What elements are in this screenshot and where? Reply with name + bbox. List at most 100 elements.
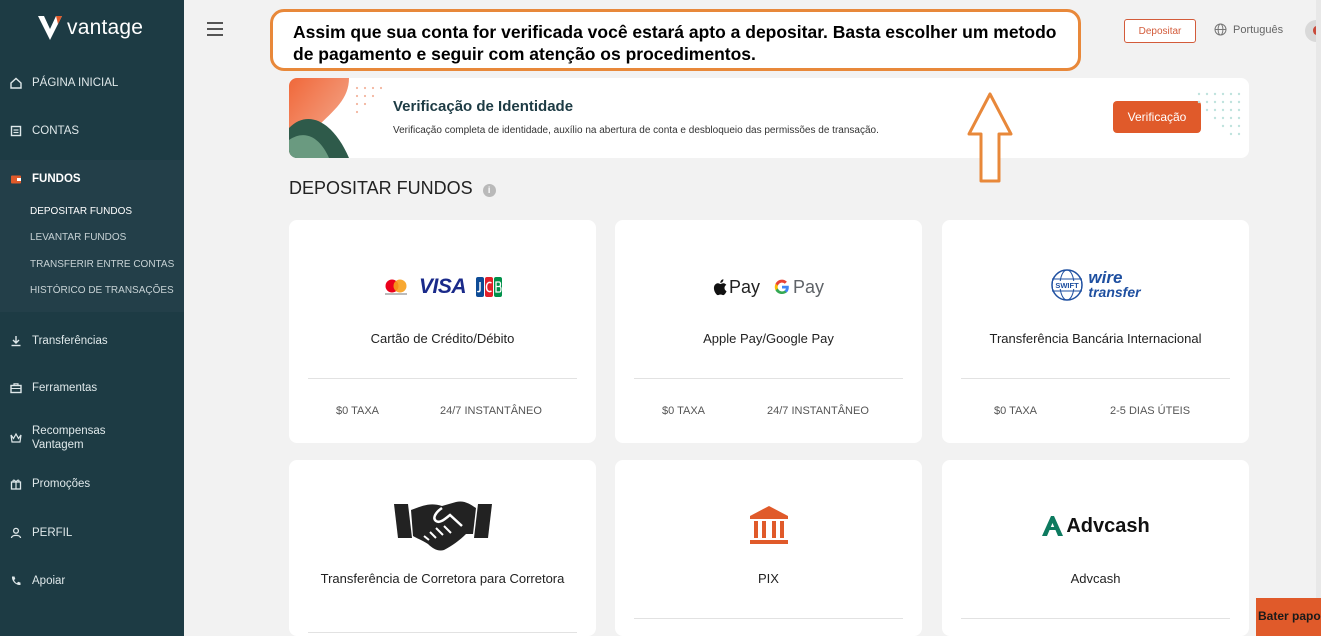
google-pay-logo: Pay — [774, 277, 824, 298]
card-logos — [289, 492, 596, 556]
sidebar-item-rewards[interactable]: Recompensas Vantagem — [0, 424, 184, 452]
card-logos: Pay Pay — [615, 272, 922, 302]
sidebar-item-accounts[interactable]: CONTAS — [0, 124, 184, 137]
method-name: Cartão de Crédito/Débito — [370, 331, 515, 346]
method-time: 24/7 INSTANTÂNEO — [440, 405, 542, 417]
method-name: Transferência de Corretora para Corretor… — [320, 571, 565, 586]
sidebar-item-label: PÁGINA INICIAL — [32, 76, 119, 89]
method-name: PIX — [758, 571, 779, 586]
wire-text: wire — [1088, 268, 1123, 287]
card-divider — [961, 618, 1230, 619]
google-icon — [774, 279, 789, 294]
page-scrollbar[interactable] — [1316, 0, 1321, 636]
verification-banner: Verificação de Identidade Verificação co… — [289, 78, 1249, 158]
section-title-text: DEPOSITAR FUNDOS — [289, 178, 473, 198]
method-name: Advcash — [1070, 571, 1121, 586]
swift-globe-icon: SWIFT — [1051, 269, 1084, 301]
gift-icon — [9, 477, 22, 490]
annotation-callout: Assim que sua conta for verificada você … — [270, 9, 1081, 71]
sidebar-item-profile[interactable]: PERFIL — [0, 526, 184, 539]
payment-method-card[interactable]: Transferência de Corretora para Corretor… — [289, 460, 596, 636]
payment-method-card[interactable]: Advcash Advcash — [942, 460, 1249, 636]
sidebar-item-label: CONTAS — [32, 124, 80, 137]
apple-pay-text: Pay — [728, 276, 760, 297]
wire-transfer-logo: wire transfer — [1088, 268, 1141, 300]
card-logos — [615, 502, 922, 548]
menu-toggle-icon[interactable] — [207, 22, 223, 36]
deposit-button[interactable]: Depositar — [1124, 19, 1196, 43]
card-logos: SWIFT wire transfer — [942, 266, 1249, 304]
sidebar-item-label: Recompensas Vantagem — [32, 425, 106, 451]
chat-button[interactable]: Bater papo — [1256, 598, 1321, 636]
method-time: 24/7 INSTANTÂNEO — [767, 405, 869, 417]
method-time: 2-5 DIAS ÚTEIS — [1110, 405, 1191, 417]
sidebar-item-label: Apoiar — [32, 574, 66, 587]
apple-pay-logo: Pay — [713, 277, 760, 298]
accounts-icon — [9, 124, 22, 137]
brand-name: vantage — [67, 16, 144, 39]
method-fee: $0 TAXA — [994, 405, 1038, 417]
banner-dots-icon — [1197, 92, 1241, 136]
card-logos: VISA — [289, 272, 596, 302]
payment-method-card[interactable]: SWIFT wire transfer Transferência Bancár… — [942, 220, 1249, 443]
sidebar-item-transfers[interactable]: Transferências — [0, 334, 184, 347]
sidebar-item-promotions[interactable]: Promoções — [0, 477, 184, 490]
sidebar-item-support[interactable]: Apoiar — [0, 574, 184, 587]
mastercard-icon — [384, 279, 407, 295]
sidebar-subitem-history[interactable]: HISTÓRICO DE TRANSAÇÕES — [30, 285, 174, 296]
briefcase-icon — [9, 381, 22, 394]
sidebar-subitem-transfer[interactable]: TRANSFERIR ENTRE CONTAS — [30, 259, 174, 270]
vantage-logo-icon — [38, 16, 62, 40]
banner-decoration-icon — [289, 78, 383, 158]
advcash-logo-text: Advcash — [1066, 514, 1150, 537]
card-divider — [634, 618, 903, 619]
handshake-icon — [393, 501, 492, 551]
swift-text: SWIFT — [1056, 281, 1080, 290]
card-divider — [308, 632, 577, 633]
wallet-icon — [9, 172, 22, 185]
sidebar-item-funds[interactable]: FUNDOS — [0, 172, 184, 185]
sidebar-item-label: Transferências — [32, 334, 108, 347]
annotation-arrow-icon — [967, 92, 1013, 183]
sidebar-item-label: FUNDOS — [32, 172, 81, 185]
sidebar-subitem-deposit[interactable]: DEPOSITAR FUNDOS — [30, 206, 132, 217]
sidebar-subitem-withdraw[interactable]: LEVANTAR FUNDOS — [30, 232, 126, 243]
user-icon — [9, 526, 22, 539]
home-icon — [9, 76, 22, 89]
globe-icon — [1214, 23, 1227, 36]
card-divider — [634, 378, 903, 379]
method-fee: $0 TAXA — [336, 405, 380, 417]
phone-icon — [9, 574, 22, 587]
sidebar-item-tools[interactable]: Ferramentas — [0, 381, 184, 394]
banner-description: Verificação completa de identidade, auxí… — [393, 125, 879, 136]
payment-method-card[interactable]: PIX — [615, 460, 922, 636]
payment-method-card[interactable]: VISA Cartão de Crédito/Débito $0 TAXA 24… — [289, 220, 596, 443]
language-label: Português — [1233, 23, 1284, 36]
sidebar-item-label: PERFIL — [32, 526, 73, 539]
bank-icon — [749, 506, 788, 544]
method-name: Apple Pay/Google Pay — [703, 331, 834, 346]
visa-logo: VISA — [418, 275, 467, 298]
advcash-icon — [1042, 516, 1064, 536]
card-divider — [308, 378, 577, 379]
language-selector[interactable]: Português — [1214, 23, 1283, 36]
brand-logo[interactable]: vantage — [37, 14, 143, 42]
info-icon[interactable]: i — [482, 183, 496, 197]
method-name: Transferência Bancária Internacional — [989, 331, 1202, 346]
sidebar-item-label: Promoções — [32, 477, 91, 490]
card-logos: Advcash — [942, 510, 1249, 542]
jcb-icon — [476, 277, 502, 297]
method-fee: $0 TAXA — [662, 405, 706, 417]
apple-icon — [713, 278, 727, 295]
sidebar-item-home[interactable]: PÁGINA INICIAL — [0, 76, 184, 89]
google-pay-text: Pay — [793, 276, 825, 297]
payment-method-card[interactable]: Pay Pay Apple Pay/Google Pay $0 TAXA 24/… — [615, 220, 922, 443]
sidebar-item-label: Ferramentas — [32, 381, 98, 394]
transfer-text: transfer — [1088, 284, 1141, 300]
section-title: DEPOSITAR FUNDOS i — [289, 178, 496, 199]
sidebar: vantage PÁGINA INICIAL CONTAS FUNDOS DEP… — [0, 0, 184, 636]
download-icon — [9, 334, 22, 347]
banner-title: Verificação de Identidade — [393, 98, 574, 115]
card-divider — [961, 378, 1230, 379]
crown-icon — [9, 432, 22, 445]
